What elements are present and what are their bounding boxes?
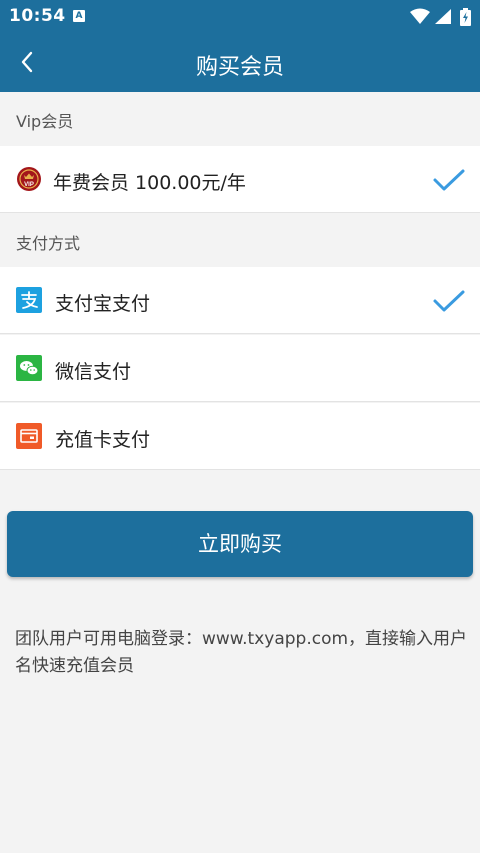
vip-section-label: Vip会员 [16,112,74,131]
payment-section-label: 支付方式 [16,234,81,253]
team-login-note: 团队用户可用电脑登录：www.txyapp.com，直接输入用户名快速充值会员 [15,629,468,676]
buy-now-button[interactable]: 立即购买 [7,511,473,577]
payment-row-card[interactable]: 充值卡支付 [0,403,480,470]
signal-icon [435,9,451,24]
notification-icon: A [73,10,85,22]
payment-row-alipay[interactable]: 支付宝支付 [0,267,480,334]
svg-text:VIP: VIP [24,182,34,188]
prepaid-card-icon [16,423,42,449]
status-bar: 10:54 A [0,0,480,33]
checkmark-icon [433,290,465,312]
alipay-icon [16,287,42,313]
wechat-icon [16,355,42,381]
payment-row-wechat[interactable]: 微信支付 [0,335,480,402]
app-bar: 购买会员 [0,33,480,92]
payment-label-card: 充值卡支付 [55,429,151,451]
payment-label-alipay: 支付宝支付 [55,293,151,315]
battery-charging-icon [460,8,471,26]
plan-row-annual[interactable]: VIP 年费会员 100.00元/年 [0,146,480,213]
checkmark-icon [433,169,465,191]
page-title: 购买会员 [195,55,284,80]
status-time: 10:54 [9,6,66,26]
payment-label-wechat: 微信支付 [55,361,132,383]
plan-label: 年费会员 100.00元/年 [53,172,246,194]
wifi-icon [410,8,430,24]
vip-badge-icon: VIP [17,167,41,191]
